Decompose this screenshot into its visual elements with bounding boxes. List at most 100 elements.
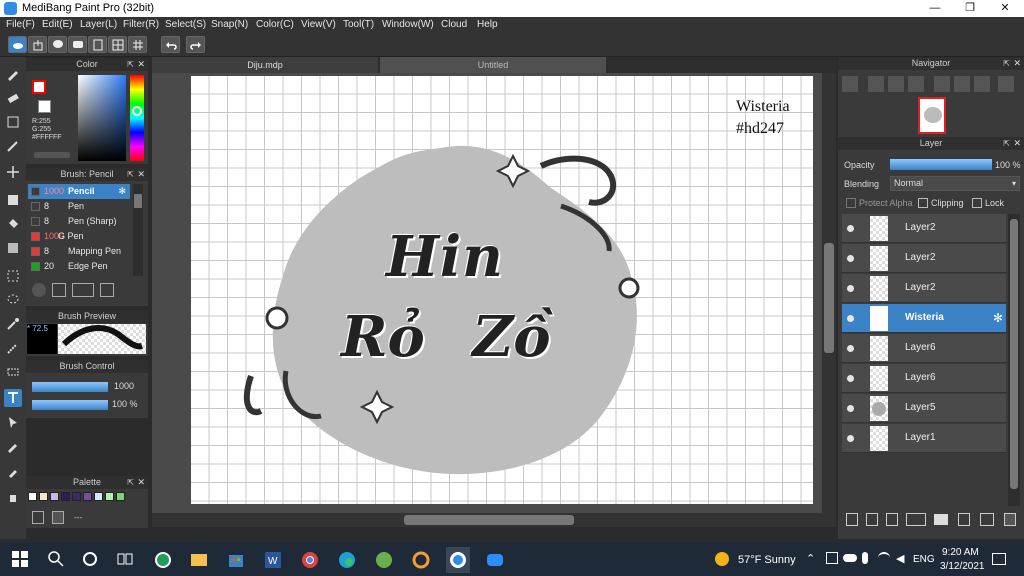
brush-opacity-slider[interactable] xyxy=(32,400,108,410)
tab-diju[interactable]: Diju.mdp xyxy=(152,57,378,73)
secondary-color-swatch[interactable] xyxy=(38,100,51,113)
horizontal-scrollbar[interactable] xyxy=(152,513,836,527)
speech-bubble-icon[interactable] xyxy=(68,36,87,53)
eye-icon[interactable] xyxy=(847,405,854,412)
close-icon[interactable]: ✕ xyxy=(1013,137,1021,150)
cloud-icon[interactable] xyxy=(8,36,27,53)
text-icon[interactable] xyxy=(4,389,22,407)
eye-icon[interactable] xyxy=(847,285,854,292)
gear-icon[interactable]: ✻ xyxy=(118,184,126,199)
menu-cloud[interactable]: Cloud xyxy=(441,19,467,30)
rectangle-select-icon[interactable] xyxy=(4,113,22,131)
zoom-out-icon[interactable] xyxy=(888,76,904,92)
grid-settings-icon[interactable] xyxy=(108,36,127,53)
eye-icon[interactable] xyxy=(847,255,854,262)
rotate-right-icon[interactable] xyxy=(974,76,990,92)
network-icon[interactable] xyxy=(826,552,838,564)
hue-slider[interactable] xyxy=(130,75,144,161)
brush-item[interactable]: 1000 Pencil ✻ xyxy=(28,184,130,199)
menu-select[interactable]: Select(S) xyxy=(165,19,206,30)
select-pen-icon[interactable] xyxy=(4,339,22,357)
microphone-icon[interactable] xyxy=(862,552,868,564)
palette-swatch[interactable] xyxy=(94,492,103,501)
new-halftone-layer-icon[interactable] xyxy=(866,513,878,526)
brush-icon[interactable] xyxy=(4,65,22,83)
cortana-icon[interactable] xyxy=(82,551,100,569)
palette-swatch[interactable] xyxy=(61,492,70,501)
trash-icon[interactable] xyxy=(52,511,64,524)
close-icon[interactable]: ✕ xyxy=(1013,57,1021,70)
zoom-in-icon[interactable] xyxy=(868,76,884,92)
medibang-taskbar-icon[interactable] xyxy=(446,547,470,573)
file-explorer-icon[interactable] xyxy=(190,551,208,569)
brush-stamp-icon[interactable] xyxy=(32,283,46,297)
brush-settings-icon[interactable] xyxy=(100,283,114,297)
fill-rect-icon[interactable] xyxy=(4,191,22,209)
volume-icon[interactable]: ◀ xyxy=(896,552,904,565)
popout-icon[interactable]: ⇱ xyxy=(127,168,134,181)
chrome-icon[interactable] xyxy=(301,551,319,569)
lasso-icon[interactable] xyxy=(4,291,22,309)
app-ring-icon[interactable] xyxy=(412,551,430,569)
vertical-scrollbar[interactable] xyxy=(822,73,836,513)
gradient-icon[interactable] xyxy=(4,239,22,257)
layer-row[interactable]: Layer1 xyxy=(842,424,1006,453)
share-icon[interactable] xyxy=(28,36,47,53)
dropper-icon[interactable] xyxy=(4,463,22,481)
maximize-button[interactable]: ❐ xyxy=(953,0,987,17)
layer-row[interactable]: Layer5 xyxy=(842,394,1006,423)
palette-swatch[interactable] xyxy=(105,492,114,501)
eye-icon[interactable] xyxy=(847,345,854,352)
layer-row[interactable]: Layer6 xyxy=(842,364,1006,393)
lock-checkbox[interactable] xyxy=(972,198,982,208)
eye-icon[interactable] xyxy=(847,225,854,232)
close-icon[interactable]: ✕ xyxy=(137,58,145,71)
menu-view[interactable]: View(V) xyxy=(301,19,336,30)
clipping-checkbox[interactable] xyxy=(918,198,928,208)
popout-icon[interactable]: ⇱ xyxy=(1003,137,1010,150)
layer-row[interactable]: Layer6 xyxy=(842,334,1006,363)
new-palette-icon[interactable] xyxy=(32,511,44,524)
eye-icon[interactable] xyxy=(847,315,854,322)
layer-row[interactable]: Layer2 xyxy=(842,244,1006,273)
drawing-canvas[interactable]: Hin Rỏ Zồ Wisteria #hd247 xyxy=(191,76,813,504)
show-hidden-icons[interactable]: ⌃ xyxy=(806,552,815,565)
new-brush-icon[interactable] xyxy=(52,283,66,297)
clock-date[interactable]: 3/12/2021 xyxy=(940,561,985,572)
protect-alpha-checkbox[interactable] xyxy=(846,198,856,208)
menu-edit[interactable]: Edit(E) xyxy=(42,19,73,30)
app-green-icon[interactable] xyxy=(375,551,393,569)
close-icon[interactable]: ✕ xyxy=(137,476,145,489)
select-eraser-icon[interactable] xyxy=(4,363,22,381)
menu-help[interactable]: Help xyxy=(477,19,498,30)
notification-icon[interactable] xyxy=(992,553,1006,565)
add-layer-dropdown-icon[interactable] xyxy=(906,513,926,526)
duplicate-layer-icon[interactable] xyxy=(958,513,970,526)
rotate-left-icon[interactable] xyxy=(934,76,950,92)
tab-untitled[interactable]: Untitled xyxy=(380,57,606,73)
palette-swatch[interactable] xyxy=(39,492,48,501)
comment-icon[interactable] xyxy=(48,36,67,53)
move-icon[interactable] xyxy=(4,163,22,181)
layer-row[interactable]: Layer2 xyxy=(842,274,1006,303)
fit-icon[interactable] xyxy=(908,76,924,92)
palette-swatch[interactable] xyxy=(28,492,37,501)
menu-tool[interactable]: Tool(T) xyxy=(343,19,374,30)
windows-start-icon[interactable] xyxy=(12,551,30,569)
horizontal-scroll-thumb[interactable] xyxy=(404,515,574,525)
vertical-scroll-thumb[interactable] xyxy=(824,243,834,353)
close-icon[interactable]: ✕ xyxy=(137,168,145,181)
pen-icon[interactable] xyxy=(4,137,22,155)
layer-opacity-slider[interactable] xyxy=(890,159,992,170)
menu-snap[interactable]: Snap(N) xyxy=(211,19,248,30)
wifi-icon[interactable] xyxy=(878,552,890,564)
brush-item[interactable]: 8 Mapping Pen xyxy=(28,244,130,259)
reset-rotation-icon[interactable] xyxy=(954,76,970,92)
menu-filter[interactable]: Filter(R) xyxy=(123,19,159,30)
edge-icon[interactable] xyxy=(338,551,356,569)
popout-icon[interactable]: ⇱ xyxy=(127,58,134,71)
primary-color-swatch[interactable] xyxy=(32,80,46,94)
magic-wand-icon[interactable] xyxy=(4,315,22,333)
undo-icon[interactable] xyxy=(161,36,180,53)
language-indicator[interactable]: ENG xyxy=(913,554,935,565)
